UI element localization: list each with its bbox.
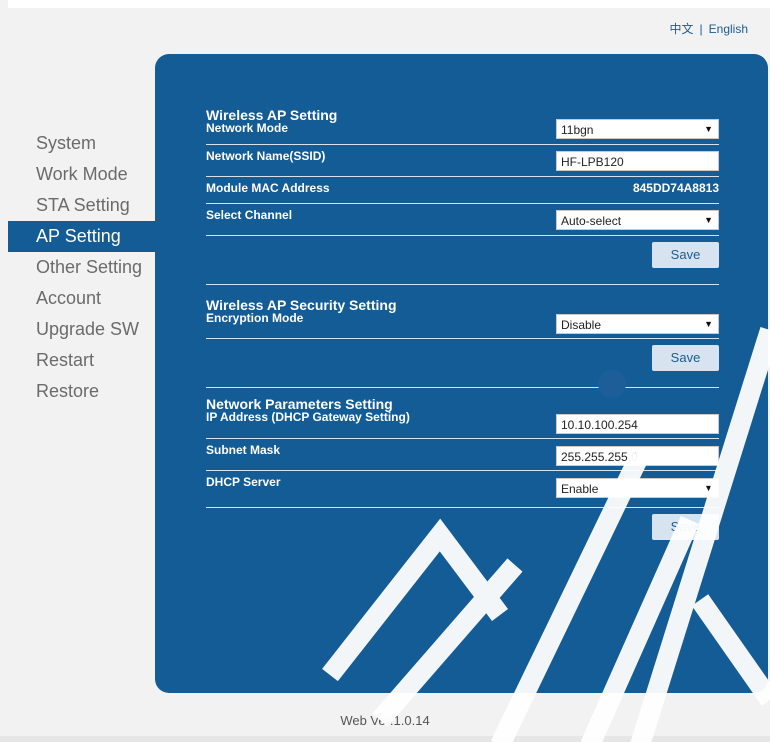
sidebar-item-restart[interactable]: Restart (8, 345, 156, 376)
dhcp-row: DHCP Server Enable (206, 471, 719, 508)
sidebar-item-sta-setting[interactable]: STA Setting (8, 190, 156, 221)
language-switcher: 中文 | English (670, 20, 749, 37)
encryption-select[interactable]: Disable (556, 314, 719, 334)
ip-value: 10.10.100.254 (561, 418, 638, 432)
encryption-value: Disable (561, 318, 602, 332)
network-save-row: Save (206, 508, 719, 545)
sidebar-item-other-setting[interactable]: Other Setting (8, 252, 156, 283)
web-version: Web Ver:1.0.14 (340, 713, 430, 728)
security-section: Wireless AP Security Setting Encryption … (206, 298, 719, 388)
ip-row: IP Address (DHCP Gateway Setting) 10.10.… (206, 410, 719, 439)
encryption-label: Encryption Mode (206, 311, 304, 325)
mac-value: 845DD74A8813 (632, 181, 719, 195)
network-title: Network Parameters Setting (206, 396, 393, 412)
bottom-edge (0, 736, 770, 742)
settings-panel: Wireless AP Setting Network Mode 11bgn N… (155, 54, 768, 693)
lang-english-link[interactable]: English (709, 22, 748, 36)
encryption-row: Encryption Mode Disable (206, 311, 719, 339)
sidebar-item-upgrade-sw[interactable]: Upgrade SW (8, 314, 156, 345)
sidebar-item-ap-setting[interactable]: AP Setting (8, 221, 156, 252)
ip-input[interactable]: 10.10.100.254 (556, 414, 719, 434)
ap-setting-section: Wireless AP Setting Network Mode 11bgn N… (206, 108, 719, 285)
security-title: Wireless AP Security Setting (206, 297, 397, 313)
ssid-row: Network Name(SSID) HF-LPB120 (206, 145, 719, 177)
dhcp-select[interactable]: Enable (556, 478, 719, 498)
subnet-value: 255.255.255.0 (561, 450, 638, 464)
network-mode-select[interactable]: 11bgn (556, 119, 719, 139)
channel-label: Select Channel (206, 208, 293, 222)
subnet-input[interactable]: 255.255.255.0 (556, 446, 719, 466)
subnet-label: Subnet Mask (206, 443, 281, 457)
ssid-value: HF-LPB120 (561, 155, 624, 169)
lang-chinese-link[interactable]: 中文 (670, 22, 694, 36)
subnet-row: Subnet Mask 255.255.255.0 (206, 439, 719, 471)
ssid-label: Network Name(SSID) (206, 149, 326, 163)
security-save-button[interactable]: Save (652, 345, 719, 371)
left-edge (0, 0, 8, 742)
lang-separator: | (699, 22, 703, 36)
sidebar-item-account[interactable]: Account (8, 283, 156, 314)
ap-save-button[interactable]: Save (652, 242, 719, 268)
channel-row: Select Channel Auto-select (206, 204, 719, 236)
sidebar-item-restore[interactable]: Restore (8, 376, 156, 407)
network-section: Network Parameters Setting IP Address (D… (206, 397, 719, 545)
mac-label: Module MAC Address (206, 181, 330, 195)
ap-save-row: Save (206, 236, 719, 285)
ssid-input[interactable]: HF-LPB120 (556, 151, 719, 171)
network-mode-row: Network Mode 11bgn (206, 119, 719, 145)
mac-row: Module MAC Address 845DD74A8813 (206, 177, 719, 204)
network-save-button[interactable]: Save (652, 514, 719, 540)
channel-select[interactable]: Auto-select (556, 210, 719, 230)
network-mode-value: 11bgn (561, 123, 594, 137)
sidebar-nav: System Work Mode STA Setting AP Setting … (8, 128, 156, 407)
sidebar-item-system[interactable]: System (8, 128, 156, 159)
ip-label: IP Address (DHCP Gateway Setting) (206, 410, 410, 424)
sidebar-item-work-mode[interactable]: Work Mode (8, 159, 156, 190)
dhcp-value: Enable (561, 482, 599, 496)
security-save-row: Save (206, 339, 719, 388)
channel-value: Auto-select (561, 214, 622, 228)
network-mode-label: Network Mode (206, 121, 289, 135)
dhcp-label: DHCP Server (206, 475, 281, 489)
